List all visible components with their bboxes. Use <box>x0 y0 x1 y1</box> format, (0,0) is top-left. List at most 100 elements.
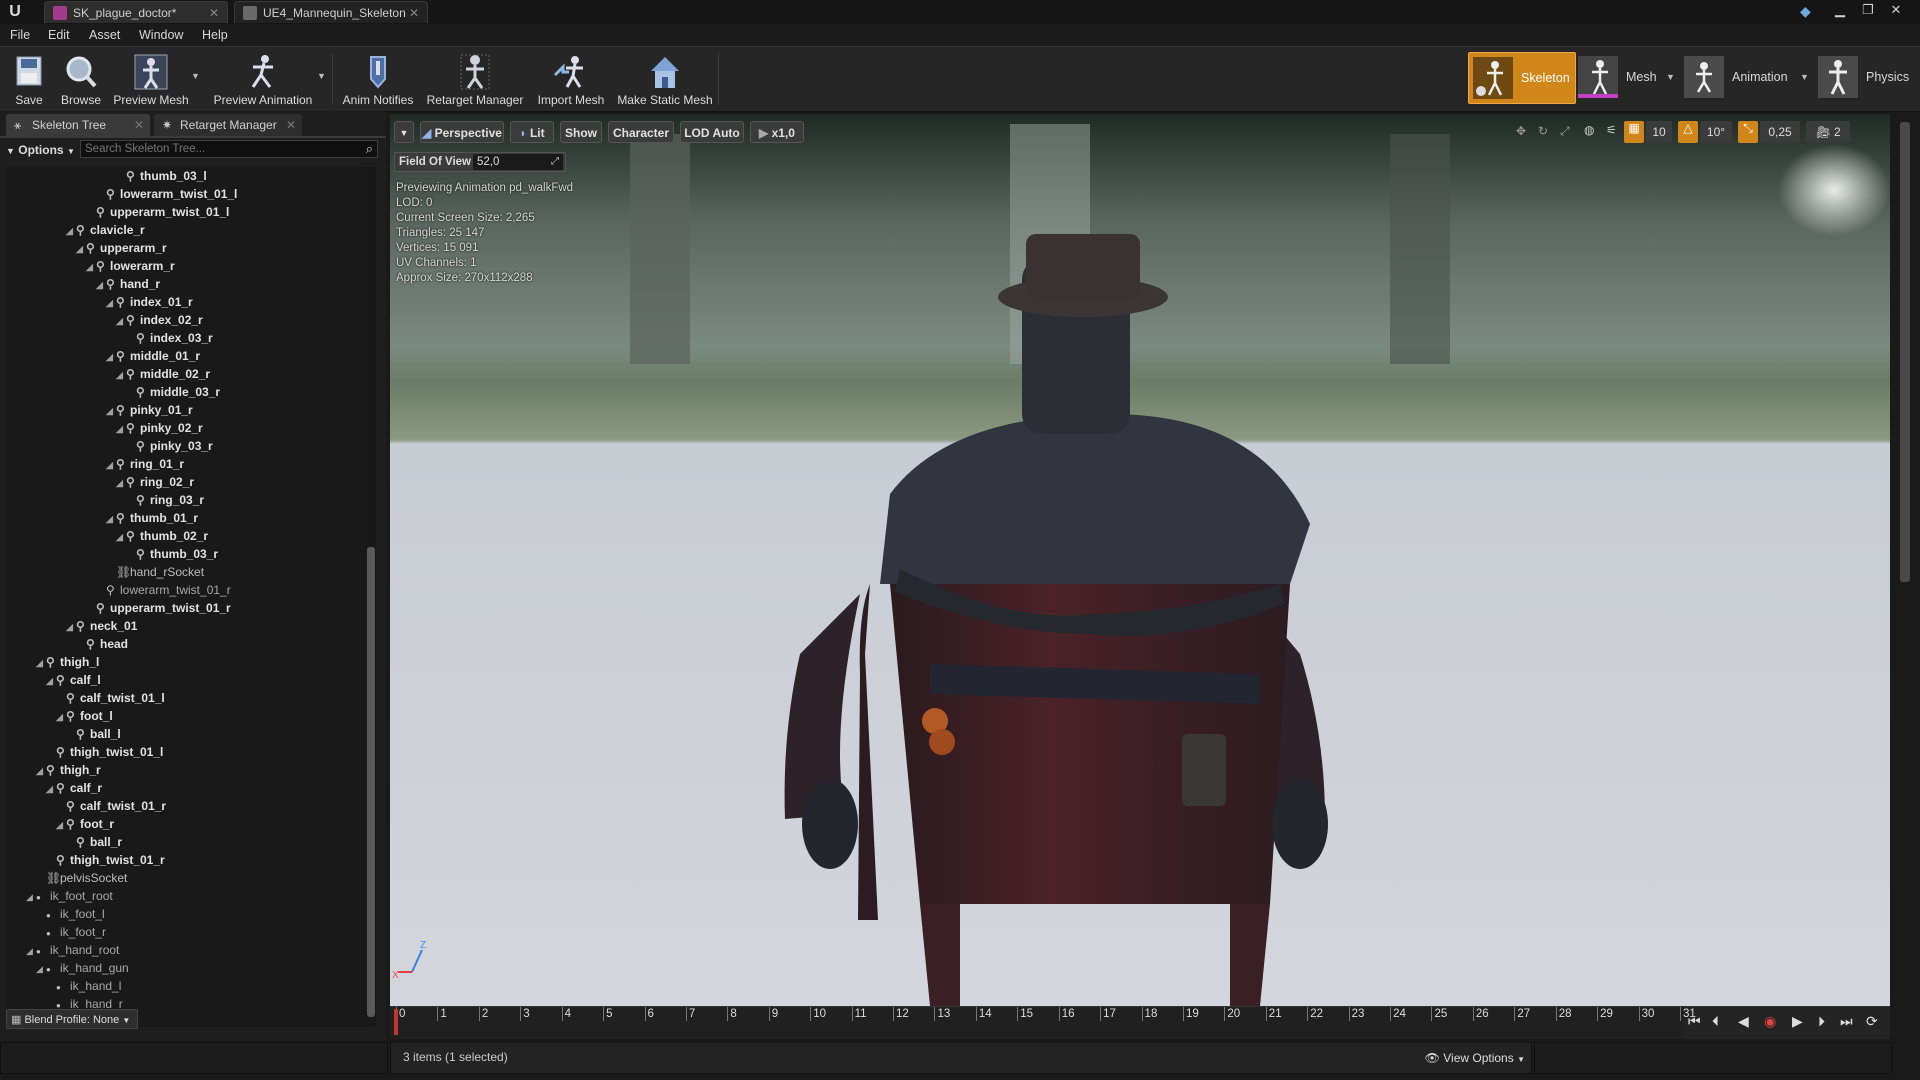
bone-row[interactable]: ◢ ● ik_foot_root <box>26 887 113 905</box>
browse-button[interactable]: Browse <box>56 51 106 109</box>
bone-row[interactable]: ◢ ⚲ ring_01_r <box>106 455 184 473</box>
move-icon[interactable]: ✥ <box>1516 124 1526 138</box>
preview-animation-button[interactable]: Preview Animation <box>208 51 318 109</box>
play-rate-button[interactable]: ▶ x1,0 <box>750 121 804 143</box>
expand-arrow-icon[interactable]: ◢ <box>36 960 46 978</box>
playhead[interactable] <box>394 1009 398 1035</box>
bone-row[interactable]: ⚲ calf_twist_01_r <box>56 797 166 815</box>
tab-skeleton-tree[interactable]: ⚹ Skeleton Tree ✕ <box>6 114 150 136</box>
notification-icon[interactable]: ◆ <box>1800 3 1816 19</box>
blend-profile-dropdown[interactable]: ▦ Blend Profile: None ▼ <box>6 1009 138 1029</box>
viewport-menu-button[interactable]: ▼ <box>394 121 414 143</box>
reset-icon[interactable]: ⤢ <box>551 154 559 170</box>
rotation-snap-toggle[interactable]: △ <box>1678 121 1698 143</box>
view-options-button[interactable]: 👁︎ View Options ▼ <box>1415 1048 1525 1068</box>
bone-row[interactable]: ◢ ● ik_hand_root <box>26 941 119 959</box>
close-icon[interactable]: ✕ <box>409 2 419 24</box>
mesh-dropdown-icon[interactable]: ▼ <box>1666 52 1675 102</box>
bone-row[interactable]: ◢ ⚲ thumb_02_r <box>116 527 208 545</box>
expand-arrow-icon[interactable]: ◢ <box>116 420 126 438</box>
bone-row[interactable]: ⚲ upperarm_twist_01_r <box>86 599 231 617</box>
expand-arrow-icon[interactable]: ◢ <box>106 456 116 474</box>
bone-row[interactable]: ◢ ⚲ index_01_r <box>106 293 193 311</box>
search-icon[interactable]: ⌕ <box>366 141 373 157</box>
bone-row[interactable]: ◢ ⚲ ring_02_r <box>116 473 194 491</box>
bone-row[interactable]: ⚲ head <box>76 635 128 653</box>
preview-mesh-button[interactable]: Preview Mesh <box>110 51 192 109</box>
bone-row[interactable]: ◢ ⚲ middle_01_r <box>106 347 200 365</box>
menu-help[interactable]: Help <box>202 24 228 46</box>
record-icon[interactable]: ◉ <box>1764 1013 1776 1030</box>
animation-dropdown-icon[interactable]: ▼ <box>1800 52 1809 102</box>
bone-row[interactable]: ◢ ⚲ upperarm_r <box>76 239 167 257</box>
surface-snap-icon[interactable]: ⚟ <box>1606 123 1617 137</box>
expand-arrow-icon[interactable]: ◢ <box>36 762 46 780</box>
bone-row[interactable]: ◢ ⚲ pinky_02_r <box>116 419 203 437</box>
bone-row[interactable]: ◢ ⚲ foot_r <box>56 815 114 833</box>
expand-arrow-icon[interactable]: ◢ <box>26 942 36 960</box>
bone-row[interactable]: ◢ ⚲ clavicle_r <box>66 221 145 239</box>
maximize-button[interactable]: ❐ <box>1854 0 1882 22</box>
expand-arrow-icon[interactable]: ◢ <box>66 618 76 636</box>
expand-arrow-icon[interactable]: ◢ <box>106 294 116 312</box>
close-icon[interactable]: ✕ <box>209 2 219 24</box>
tab-sk-plague-doctor[interactable]: SK_plague_doctor* ✕ <box>44 1 228 23</box>
expand-arrow-icon[interactable]: ◢ <box>46 672 56 690</box>
scale-snap-value[interactable]: 0,25 <box>1760 121 1800 143</box>
step-back-icon[interactable]: ⏴ <box>1712 1013 1719 1030</box>
anim-notifies-button[interactable]: Anim Notifies <box>338 51 418 109</box>
tab-ue4-mannequin-skeleton[interactable]: UE4_Mannequin_Skeleton ✕ <box>234 1 428 23</box>
loop-icon[interactable]: ⟳ <box>1866 1013 1878 1030</box>
camera-speed-button[interactable]: 🎥︎ 2 <box>1806 121 1850 143</box>
make-static-mesh-button[interactable]: Make Static Mesh <box>614 51 716 109</box>
bone-row[interactable]: ● ik_foot_l <box>36 905 105 923</box>
lit-button[interactable]: ◗ Lit <box>510 121 554 143</box>
bone-row[interactable]: ⚲ index_03_r <box>126 329 213 347</box>
bone-row[interactable]: ⚲ thigh_twist_01_r <box>46 851 165 869</box>
bone-row[interactable]: ⚲ pinky_03_r <box>126 437 213 455</box>
play-icon[interactable]: ▶ <box>1792 1013 1803 1030</box>
retarget-manager-button[interactable]: Retarget Manager <box>422 51 528 109</box>
close-icon[interactable]: ✕ <box>286 114 296 136</box>
bone-row[interactable]: ◢ ⚲ middle_02_r <box>116 365 210 383</box>
lod-button[interactable]: LOD Auto <box>680 121 744 143</box>
close-icon[interactable]: ✕ <box>134 114 144 136</box>
expand-arrow-icon[interactable]: ◢ <box>56 816 66 834</box>
rotate-icon[interactable]: ↻ <box>1538 124 1548 138</box>
bone-row[interactable]: ◢ ⚲ calf_r <box>46 779 102 797</box>
skip-to-end-icon[interactable]: ⏭ <box>1840 1013 1853 1030</box>
viewport[interactable]: ▼ ◢ Perspective ◗ Lit Show Character LOD… <box>390 114 1890 1006</box>
preview-animation-dropdown-icon[interactable]: ▼ <box>317 71 326 81</box>
bone-row[interactable]: ⚲ thumb_03_r <box>126 545 218 563</box>
expand-arrow-icon[interactable]: ◢ <box>106 348 116 366</box>
search-input[interactable]: ⌕ <box>80 140 378 158</box>
grid-snap-value[interactable]: 10 <box>1646 121 1672 143</box>
expand-arrow-icon[interactable]: ◢ <box>56 708 66 726</box>
character-button[interactable]: Character <box>608 121 674 143</box>
expand-arrow-icon[interactable]: ◢ <box>106 510 116 528</box>
world-icon[interactable]: ◍ <box>1584 123 1594 137</box>
bone-row[interactable]: ◢ ⚲ thigh_r <box>36 761 101 779</box>
preview-mesh-dropdown-icon[interactable]: ▼ <box>191 71 200 81</box>
socket-row[interactable]: ⛓hand_rSocket <box>106 563 204 581</box>
scrollbar-thumb[interactable] <box>367 547 375 1017</box>
menu-window[interactable]: Window <box>139 24 183 46</box>
mode-skeleton-button[interactable]: Skeleton <box>1468 52 1576 104</box>
expand-arrow-icon[interactable]: ◢ <box>96 276 106 294</box>
rotation-snap-value[interactable]: 10° <box>1700 121 1732 143</box>
show-button[interactable]: Show <box>560 121 602 143</box>
expand-arrow-icon[interactable]: ◢ <box>116 366 126 384</box>
bone-row[interactable]: ⚲ lowerarm_twist_01_l <box>96 185 237 203</box>
grid-snap-toggle[interactable]: ▦ <box>1624 121 1644 143</box>
expand-arrow-icon[interactable]: ◢ <box>26 888 36 906</box>
options-button[interactable]: ▼ Options ▼ <box>6 140 76 160</box>
bone-row[interactable]: ● ik_hand_l <box>46 977 121 995</box>
close-window-button[interactable]: ✕ <box>1882 0 1910 22</box>
bone-row[interactable]: ◢ ⚲ foot_l <box>56 707 113 725</box>
right-scrollbar-thumb[interactable] <box>1900 122 1910 582</box>
expand-arrow-icon[interactable]: ◢ <box>116 474 126 492</box>
expand-arrow-icon[interactable]: ◢ <box>106 402 116 420</box>
bone-row[interactable]: ⚲ upperarm_twist_01_l <box>86 203 229 221</box>
bone-row[interactable]: ⚲ middle_03_r <box>126 383 220 401</box>
bone-row[interactable]: ◢ ⚲ hand_r <box>96 275 160 293</box>
